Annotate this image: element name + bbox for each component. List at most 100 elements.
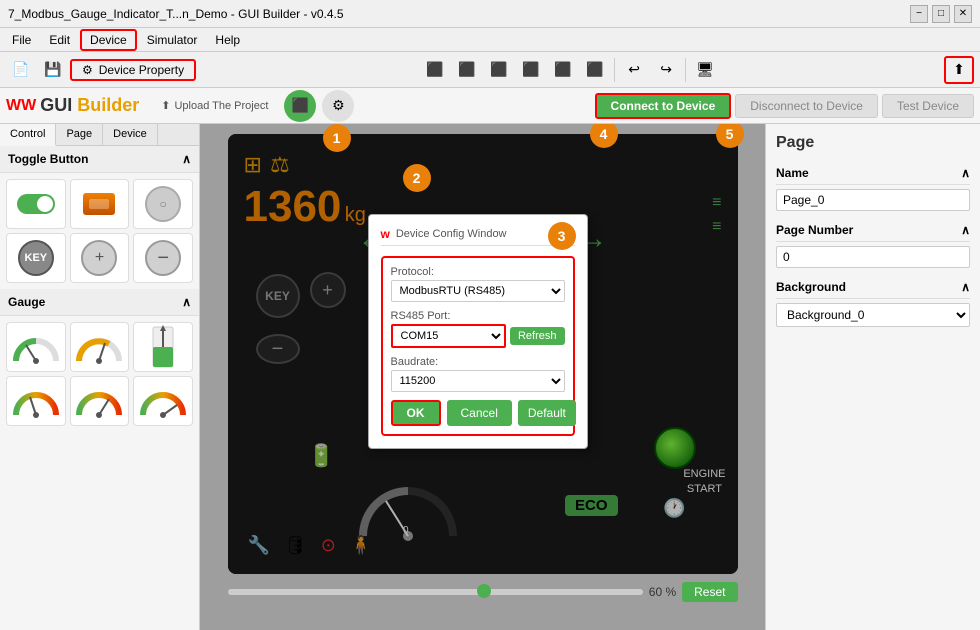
align-center-button[interactable]: ⬛ [452,56,482,84]
slider-percent-label: 60 % [649,585,676,599]
dialog-buttons: OK Cancel Default [391,400,565,426]
page-number-input[interactable] [776,246,970,268]
menu-file[interactable]: File [4,31,39,49]
widget-gauge-6[interactable] [133,376,193,426]
widget-toggle-switch[interactable] [6,179,66,229]
rs485-label: RS485 Port: [391,310,565,322]
redo-button[interactable]: ↪ [651,56,681,84]
widget-round-toggle[interactable]: ○ [133,179,193,229]
minimize-button[interactable]: − [910,5,928,23]
name-property: Name ∧ [776,162,970,211]
port-select[interactable]: COM15 [391,324,506,348]
background-collapse-icon: ∧ [961,280,970,294]
page-number-property: Page Number ∧ [776,219,970,268]
circle-1: 1 [323,124,351,152]
close-button[interactable]: ✕ [954,5,972,23]
baudrate-select[interactable]: 115200 [391,370,565,392]
align-left-button[interactable]: ⬛ [420,56,450,84]
circle-2: 2 [403,164,431,192]
dialog-title: Device Config Window [396,228,507,240]
gear-icon: ⚙ [82,63,93,77]
gauge-section-header[interactable]: Gauge ∧ [0,289,199,316]
gauge-label: Gauge [8,295,45,309]
new-file-button[interactable]: 📄 [6,56,36,84]
save-button[interactable]: 💾 [38,56,68,84]
device-property-menu[interactable]: ⚙ Device Property [70,59,196,81]
menu-help[interactable]: Help [207,31,248,49]
toggle-widgets-grid: ○ KEY + − [0,173,199,289]
widget-gauge-4[interactable] [6,376,66,426]
widget-circle-toggle[interactable]: + [70,233,130,283]
circle-4: 4 [590,124,618,148]
protocol-select[interactable]: ModbusRTU (RS485) [391,280,565,302]
slider-thumb[interactable] [477,584,491,598]
name-collapse-icon: ∧ [961,166,970,180]
upload-button[interactable]: ⬆ [944,56,974,84]
name-prop-header[interactable]: Name ∧ [776,162,970,185]
toggle-button-section-header[interactable]: Toggle Button ∧ [0,146,199,173]
toolbar-2: WW GUI Builder ⬆ Upload The Project ⬛ ⚙ … [0,88,980,124]
baudrate-label: Baudrate: [391,356,565,368]
align-vert-button[interactable]: ⬛ [580,56,610,84]
widget-rect-toggle[interactable] [70,179,130,229]
widget-gauge-5[interactable] [70,376,130,426]
widget-minus-toggle[interactable]: − [133,233,193,283]
dashboard-canvas[interactable]: ⊞ ⚖ 1360 kg ← → ≡ ≡ [228,134,738,574]
logo-text: GUI Builder [40,95,139,116]
maximize-button[interactable]: □ [932,5,950,23]
baudrate-field: Baudrate: 115200 [391,356,565,392]
menu-simulator[interactable]: Simulator [139,31,206,49]
main-layout: Control Page Device Toggle Button ∧ [0,124,980,630]
gauge-widgets-grid [0,316,199,432]
name-input[interactable] [776,189,970,211]
logo-area: WW GUI Builder [6,95,139,116]
right-panel-title: Page [776,134,970,152]
default-button[interactable]: Default [518,400,576,426]
tab-control[interactable]: Control [0,124,56,146]
background-select[interactable]: Background_0 [776,303,970,327]
slider-bar: 60 % Reset [228,582,738,602]
tab-device[interactable]: Device [103,124,158,145]
menu-edit[interactable]: Edit [41,31,78,49]
center-canvas: ⊞ ⚖ 1360 kg ← → ≡ ≡ [200,124,765,630]
modal-overlay: w Device Config Window Protocol: ModbusR… [228,134,738,574]
widget-key-toggle[interactable]: KEY [6,233,66,283]
toolbar-1: 📄 💾 ⚙ Device Property ⬛ ⬛ ⬛ ⬛ ⬛ ⬛ ↩ ↪ 🖥 … [0,52,980,88]
cancel-button[interactable]: Cancel [447,400,512,426]
title-bar: 7_Modbus_Gauge_Indicator_T...n_Demo - GU… [0,0,980,28]
screen-button[interactable]: 🖥 [690,56,720,84]
left-panel: Control Page Device Toggle Button ∧ [0,124,200,630]
rs485-field: RS485 Port: COM15 Refresh [391,310,565,348]
undo-button[interactable]: ↩ [619,56,649,84]
widget-gauge-3[interactable] [133,322,193,372]
refresh-button[interactable]: Refresh [510,327,565,345]
device-config-dialog: w Device Config Window Protocol: ModbusR… [368,214,588,449]
disconnect-button[interactable]: Disconnect to Device [735,94,878,118]
tab-page[interactable]: Page [56,124,103,145]
menu-device[interactable]: Device [80,29,137,51]
dialog-title-bar: w Device Config Window [381,227,575,246]
ok-button[interactable]: OK [391,400,441,426]
right-panel: Page Name ∧ Page Number ∧ Background ∧ B… [765,124,980,630]
background-prop-header[interactable]: Background ∧ [776,276,970,299]
page-number-prop-header[interactable]: Page Number ∧ [776,219,970,242]
align-bottom-button[interactable]: ⬛ [548,56,578,84]
slider-track[interactable] [228,589,643,595]
page-nav-button[interactable]: ⬛ [284,90,316,122]
dialog-content-border: Protocol: ModbusRTU (RS485) RS485 Port: … [381,256,575,436]
protocol-label: Protocol: [391,266,565,278]
test-device-button[interactable]: Test Device [882,94,974,118]
panel-tabs: Control Page Device [0,124,199,146]
settings-round-button[interactable]: ⚙ [322,90,354,122]
background-property: Background ∧ Background_0 [776,276,970,327]
toggle-button-label: Toggle Button [8,152,88,166]
reset-button[interactable]: Reset [682,582,737,602]
connect-to-device-button[interactable]: Connect to Device [595,93,732,119]
upload-project-button[interactable]: ⬆ Upload The Project [153,96,276,115]
align-top-button[interactable]: ⬛ [516,56,546,84]
widget-gauge-1[interactable] [6,322,66,372]
page-number-collapse-icon: ∧ [961,223,970,237]
background-label: Background [776,280,846,294]
align-right-button[interactable]: ⬛ [484,56,514,84]
widget-gauge-2[interactable] [70,322,130,372]
